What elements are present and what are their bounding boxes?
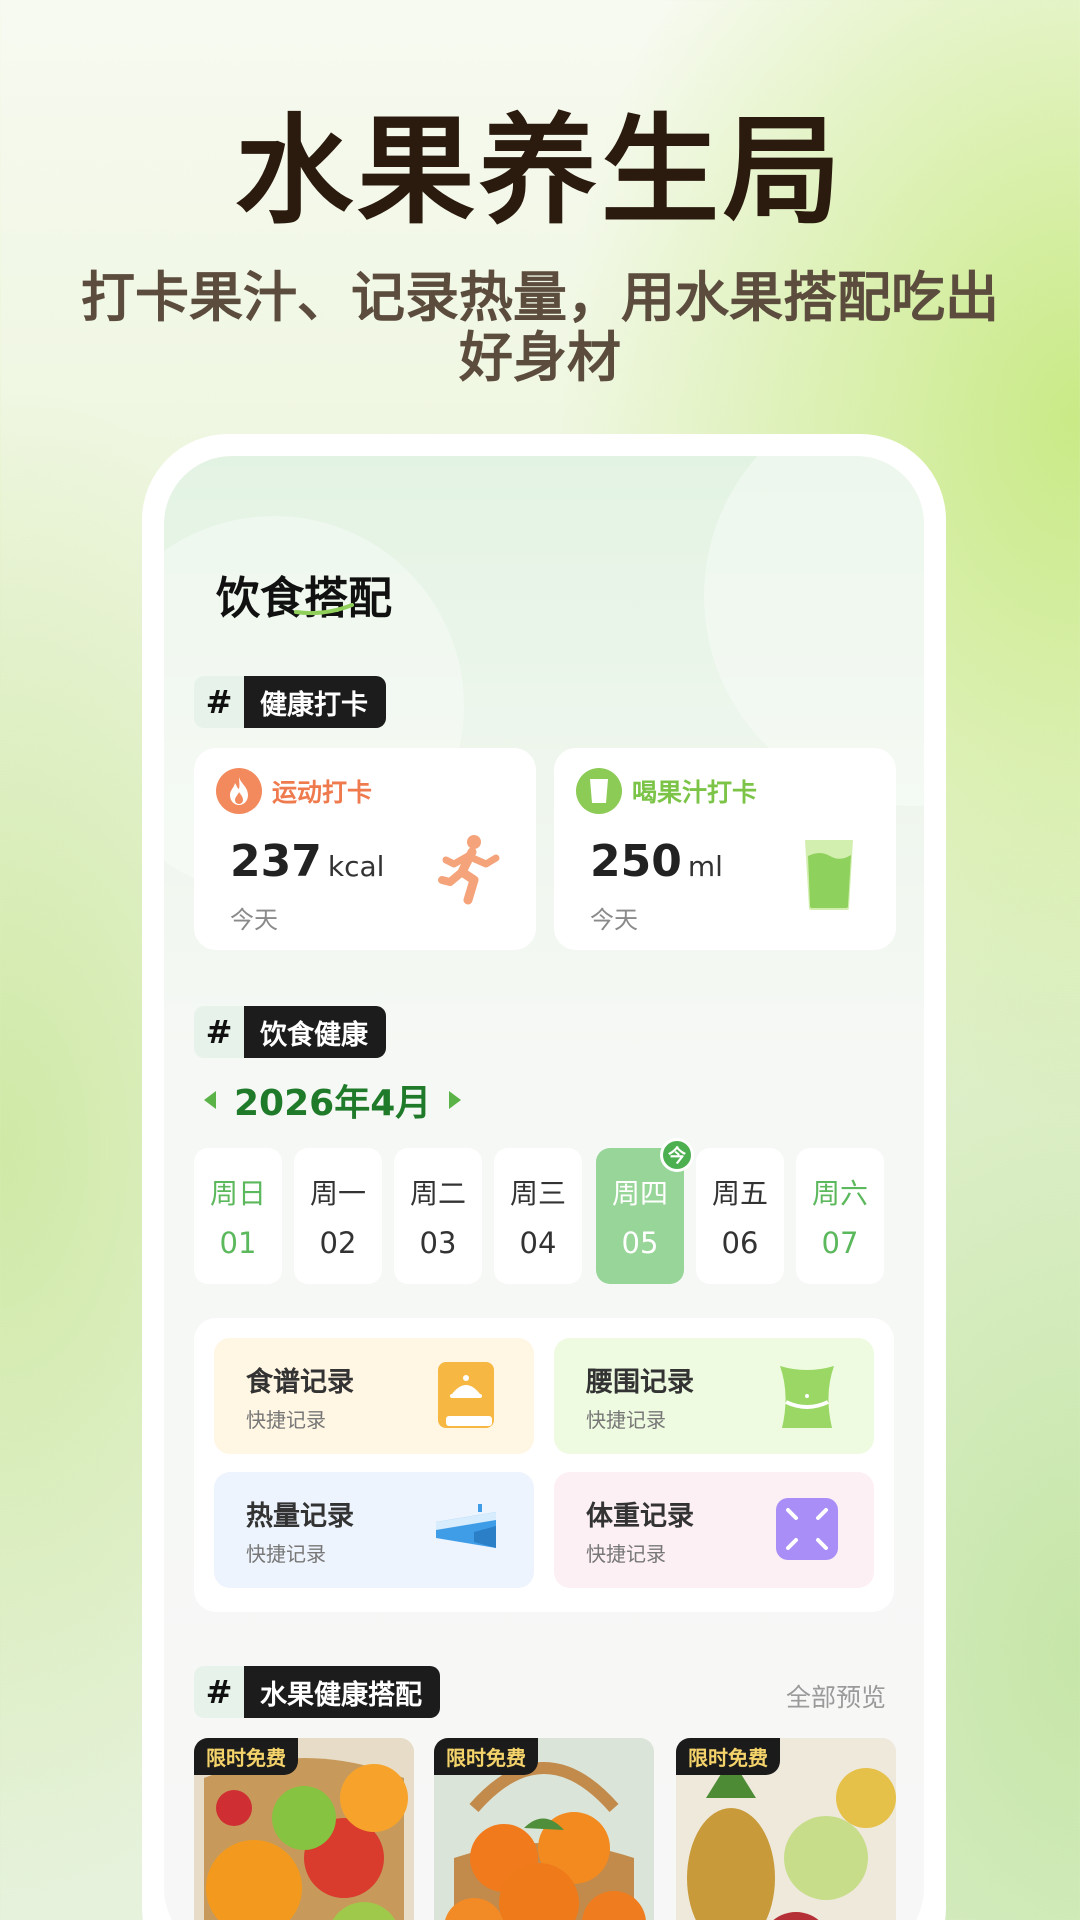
section-title: 饮食健康: [244, 1006, 386, 1058]
checkin-value: 250 ml: [590, 836, 723, 887]
promo-badge: 限时免费: [676, 1738, 780, 1775]
hash-icon: #: [194, 1666, 244, 1718]
next-month-arrow-icon[interactable]: [449, 1091, 462, 1109]
juice-glass-icon: [805, 840, 853, 910]
promo-badge: 限时免费: [434, 1738, 538, 1775]
juice-cup-icon: [576, 768, 622, 814]
see-all-link[interactable]: 全部预览: [786, 1678, 886, 1714]
fruit-combo-card[interactable]: 限时免费: [434, 1738, 654, 1920]
section-title: 健康打卡: [244, 676, 386, 728]
checkin-title: 运动打卡: [272, 778, 373, 807]
day-cell[interactable]: 周日 01: [194, 1148, 282, 1284]
day-cell-today[interactable]: 周四 05 今: [596, 1138, 694, 1284]
runner-icon: [438, 835, 500, 905]
month-selector: 2026年4月: [204, 1074, 462, 1126]
day-cell[interactable]: 周六 07: [796, 1148, 884, 1284]
checkin-period: 今天: [230, 906, 278, 934]
day-cell[interactable]: 周二 03: [394, 1148, 482, 1284]
day-cell[interactable]: 周一 02: [294, 1148, 382, 1284]
fire-icon: [216, 768, 262, 814]
app-screen: 饮食搭配 # 健康打卡 运动打卡 237 kcal 今天 喝果汁打卡 250 m…: [164, 456, 924, 1920]
hash-icon: #: [194, 676, 244, 728]
section-tag-diet: # 饮食健康: [194, 1006, 386, 1058]
calorie-record-button[interactable]: 热量记录 快捷记录: [214, 1472, 534, 1588]
checkin-value: 237 kcal: [230, 836, 385, 887]
day-cell[interactable]: 周五 06: [696, 1148, 784, 1284]
scale-icon: [776, 1498, 838, 1560]
quick-record-panel: 食谱记录 快捷记录 腰围记录 快捷记录 热量记录 快捷记录 体重记录 快捷记录: [194, 1318, 894, 1612]
juice-checkin-card[interactable]: 喝果汁打卡 250 ml 今天: [554, 748, 896, 950]
page-title: 饮食搭配: [216, 573, 392, 624]
promo-badge: 限时免费: [194, 1738, 298, 1775]
checkin-title: 喝果汁打卡: [632, 778, 758, 807]
section-title: 水果健康搭配: [244, 1666, 440, 1718]
month-label: 2026年4月: [234, 1083, 432, 1124]
section-tag-fruit: # 水果健康搭配: [194, 1666, 440, 1718]
waist-icon: [780, 1366, 834, 1428]
hash-icon: #: [194, 1006, 244, 1058]
hero-title: 水果养生局: [234, 102, 845, 240]
weight-record-button[interactable]: 体重记录 快捷记录: [554, 1472, 874, 1588]
cake-icon: [436, 1504, 496, 1548]
checkin-period: 今天: [590, 906, 638, 934]
recipe-book-icon: [438, 1362, 494, 1428]
day-cell[interactable]: 周三 04: [494, 1148, 582, 1284]
prev-month-arrow-icon[interactable]: [204, 1091, 216, 1109]
waist-record-button[interactable]: 腰围记录 快捷记录: [554, 1338, 874, 1454]
fruit-combo-card[interactable]: 限时免费: [676, 1738, 896, 1920]
recipe-record-button[interactable]: 食谱记录 快捷记录: [214, 1338, 534, 1454]
hero-subtitle: 打卡果汁、记录热量，用水果搭配吃出好身材: [81, 266, 999, 389]
fruit-combo-card[interactable]: 限时免费: [194, 1738, 414, 1920]
exercise-checkin-card[interactable]: 运动打卡 237 kcal 今天: [194, 748, 536, 950]
title-swoosh: [294, 603, 354, 616]
section-tag-checkin: # 健康打卡: [194, 676, 386, 728]
today-badge: 今: [660, 1138, 694, 1172]
